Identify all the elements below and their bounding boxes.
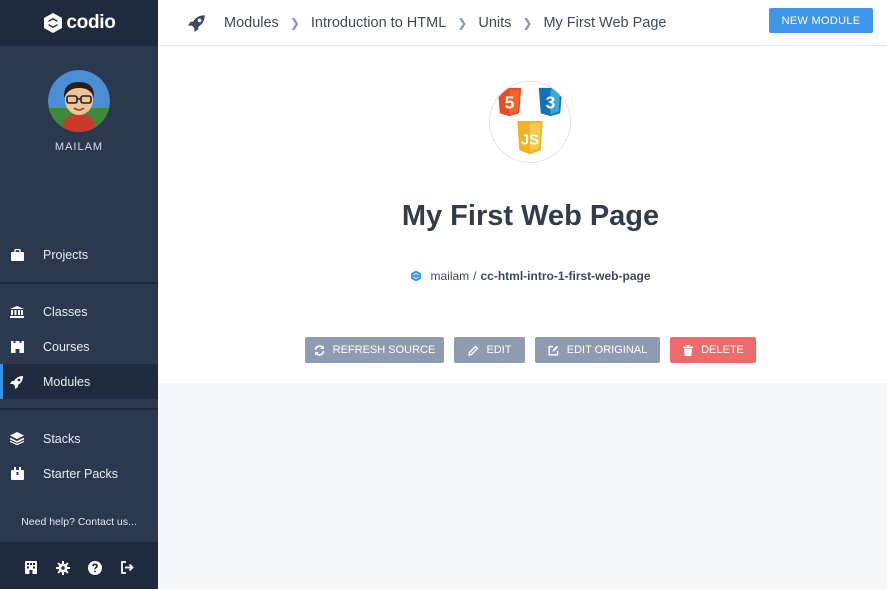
- breadcrumb-units[interactable]: Units: [478, 15, 511, 31]
- module-path: mailam / cc-html-intro-1-first-web-page: [158, 269, 887, 283]
- css3-logo-label: 3: [546, 92, 556, 112]
- sidebar-item-label: Courses: [43, 339, 90, 354]
- module-owner[interactable]: mailam: [430, 269, 469, 283]
- sidebar-item-modules[interactable]: Modules: [0, 364, 158, 399]
- external-edit-icon: [548, 344, 560, 356]
- button-label: EDIT ORIGINAL: [566, 344, 648, 356]
- breadcrumb-modules[interactable]: Modules: [224, 15, 279, 31]
- package-icon: [10, 467, 24, 481]
- html5-logo-label: 5: [505, 92, 515, 112]
- breadcrumb-current: My First Web Page: [543, 15, 667, 31]
- module-slug: cc-html-intro-1-first-web-page: [480, 269, 651, 283]
- logout-icon[interactable]: [119, 560, 135, 576]
- pencil-icon: [467, 344, 479, 356]
- sidebar-item-label: Classes: [43, 304, 88, 319]
- path-separator: /: [473, 269, 477, 283]
- sidebar-item-starter-packs[interactable]: Starter Packs: [0, 456, 158, 491]
- avatar[interactable]: [48, 70, 110, 132]
- trash-icon: [682, 344, 694, 356]
- breadcrumb: Modules ❯ Introduction to HTML ❯ Units ❯…: [188, 0, 666, 46]
- sidebar-item-label: Modules: [43, 374, 91, 389]
- sidebar-item-classes[interactable]: Classes: [0, 294, 158, 329]
- rocket-icon: [10, 375, 24, 389]
- sidebar-item-stacks[interactable]: Stacks: [0, 421, 158, 456]
- refresh-icon: [314, 344, 326, 356]
- breadcrumb-introduction-to-html[interactable]: Introduction to HTML: [311, 15, 446, 31]
- layers-icon: [10, 432, 24, 446]
- button-label: REFRESH SOURCE: [332, 344, 436, 356]
- delete-button[interactable]: DELETE: [670, 337, 756, 363]
- js-logo-label: JS: [521, 132, 539, 148]
- codio-logo-icon: [44, 13, 63, 33]
- chevron-right-icon: ❯: [457, 16, 468, 30]
- gear-icon[interactable]: [55, 560, 71, 576]
- briefcase-icon: [10, 248, 24, 262]
- sidebar-bottom-bar: [0, 542, 158, 589]
- sidebar-divider: [0, 282, 158, 284]
- sidebar-divider: [0, 408, 158, 410]
- sidebar-item-label: Projects: [43, 247, 89, 262]
- new-module-button[interactable]: NEW MODULE: [769, 8, 873, 33]
- module-title: My First Web Page: [401, 200, 660, 232]
- refresh-source-button[interactable]: REFRESH SOURCE: [305, 337, 444, 363]
- edit-button[interactable]: EDIT: [454, 337, 525, 363]
- sidebar-item-label: Starter Packs: [43, 466, 119, 481]
- sidebar-item-label: Stacks: [43, 431, 81, 446]
- building-icon[interactable]: [23, 560, 39, 576]
- modules-rocket-icon[interactable]: [188, 14, 206, 32]
- top-header: Modules ❯ Introduction to HTML ❯ Units ❯…: [158, 0, 887, 46]
- codio-logo[interactable]: codio: [42, 12, 116, 34]
- sidebar: codio MAILAM Projects Classes Courses Mo…: [0, 0, 158, 589]
- module-details: 5 3 JS My First Web Page mailam / cc-htm…: [158, 46, 887, 383]
- username: MAILAM: [54, 141, 104, 153]
- help-link[interactable]: Need help? Contact us...: [0, 516, 158, 528]
- edit-original-button[interactable]: EDIT ORIGINAL: [535, 337, 660, 363]
- chevron-right-icon: ❯: [289, 16, 300, 30]
- chevron-right-icon: ❯: [522, 16, 533, 30]
- button-label: DELETE: [701, 344, 744, 356]
- institution-icon: [10, 305, 24, 319]
- codio-mark-icon: [411, 270, 422, 282]
- sidebar-item-projects[interactable]: Projects: [0, 237, 158, 272]
- question-icon[interactable]: [87, 560, 103, 576]
- logo-bar: codio: [0, 0, 158, 46]
- user-profile: MAILAM: [0, 70, 158, 153]
- castle-icon: [10, 340, 24, 354]
- sidebar-item-courses[interactable]: Courses: [0, 329, 158, 364]
- module-logo: 5 3 JS: [489, 81, 571, 163]
- button-label: EDIT: [486, 344, 512, 356]
- logo-text: codio: [66, 12, 116, 33]
- module-actions: REFRESH SOURCE EDIT EDIT ORIGINAL DELETE: [305, 337, 756, 363]
